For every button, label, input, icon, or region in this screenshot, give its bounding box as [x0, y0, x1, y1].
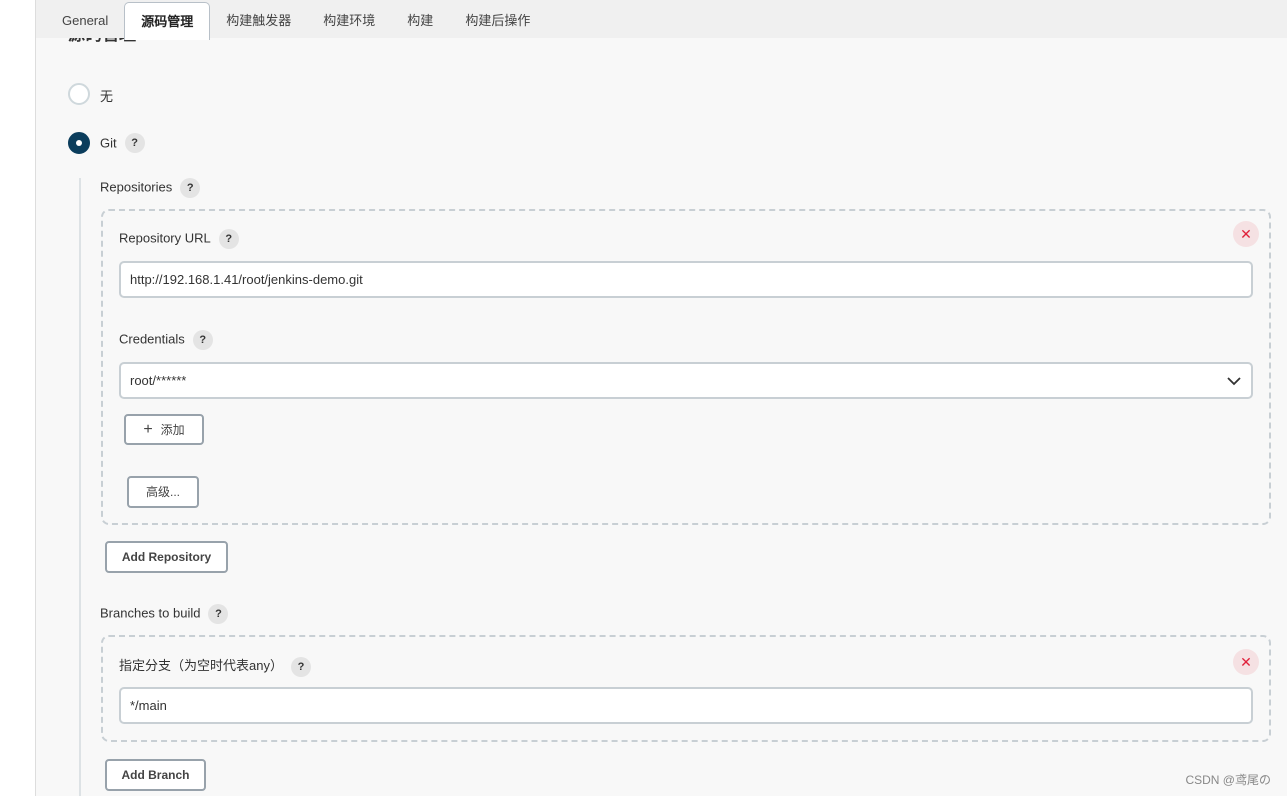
delete-branch-icon[interactable]: ✕ — [1233, 649, 1259, 675]
help-icon[interactable]: ? — [192, 330, 213, 350]
help-icon[interactable]: ? — [124, 133, 145, 153]
help-icon[interactable]: ? — [218, 229, 239, 249]
branch-spec-label: 指定分支（为空时代表any）? — [119, 655, 311, 677]
tab-post-build[interactable]: 构建后操作 — [449, 2, 546, 38]
tab-build[interactable]: 构建 — [391, 2, 449, 38]
credentials-label: Credentials? — [119, 330, 213, 350]
radio-none-label: 无 — [100, 89, 114, 104]
tab-general[interactable]: General — [46, 2, 124, 38]
radio-git[interactable] — [68, 132, 90, 154]
tab-build-triggers[interactable]: 构建触发器 — [210, 2, 307, 38]
radio-git-label: Git? — [100, 133, 145, 153]
repository-url-input[interactable]: http://192.168.1.41/root/jenkins-demo.gi… — [119, 261, 1253, 298]
repository-url-label: Repository URL? — [119, 229, 239, 249]
credentials-select[interactable]: root/****** — [119, 362, 1253, 399]
help-icon[interactable]: ? — [290, 656, 311, 677]
repositories-label: Repositories? — [100, 178, 201, 198]
branch-spec-label-text: 指定分支（为空时代表any） — [119, 658, 283, 673]
git-section-divider — [79, 178, 81, 796]
repository-box: Repository URL? ✕ http://192.168.1.41/ro… — [101, 209, 1271, 525]
repository-url-label-text: Repository URL — [119, 230, 211, 246]
repositories-label-text: Repositories — [100, 179, 173, 195]
help-icon[interactable]: ? — [180, 178, 201, 198]
advanced-button[interactable]: 高级... — [127, 476, 199, 508]
branch-box: 指定分支（为空时代表any）? ✕ */main — [101, 635, 1271, 742]
add-repository-button[interactable]: Add Repository — [105, 541, 228, 573]
tab-scm[interactable]: 源码管理 — [124, 2, 211, 40]
add-credentials-button[interactable]: + 添加 — [124, 414, 204, 445]
git-label-text: Git — [100, 135, 117, 151]
credentials-label-text: Credentials — [119, 331, 185, 347]
add-branch-button[interactable]: Add Branch — [105, 759, 206, 791]
branches-label: Branches to build? — [100, 604, 229, 624]
tab-build-env[interactable]: 构建环境 — [307, 2, 391, 38]
radio-none[interactable] — [68, 83, 90, 105]
help-icon[interactable]: ? — [208, 604, 229, 624]
delete-repository-icon[interactable]: ✕ — [1233, 221, 1259, 247]
main-panel: General 源码管理 构建触发器 构建环境 构建 构建后操作 源码管理 无 … — [35, 0, 1287, 796]
watermark: CSDN @鸢尾の — [1185, 773, 1271, 787]
branch-spec-input[interactable]: */main — [119, 687, 1253, 724]
chevron-down-icon — [1227, 377, 1241, 386]
credentials-value: root/****** — [130, 373, 187, 388]
plus-icon: + — [143, 421, 153, 438]
add-label: 添加 — [160, 423, 185, 437]
branches-label-text: Branches to build — [100, 605, 201, 621]
tab-bar: General 源码管理 构建触发器 构建环境 构建 构建后操作 — [36, 0, 1287, 40]
